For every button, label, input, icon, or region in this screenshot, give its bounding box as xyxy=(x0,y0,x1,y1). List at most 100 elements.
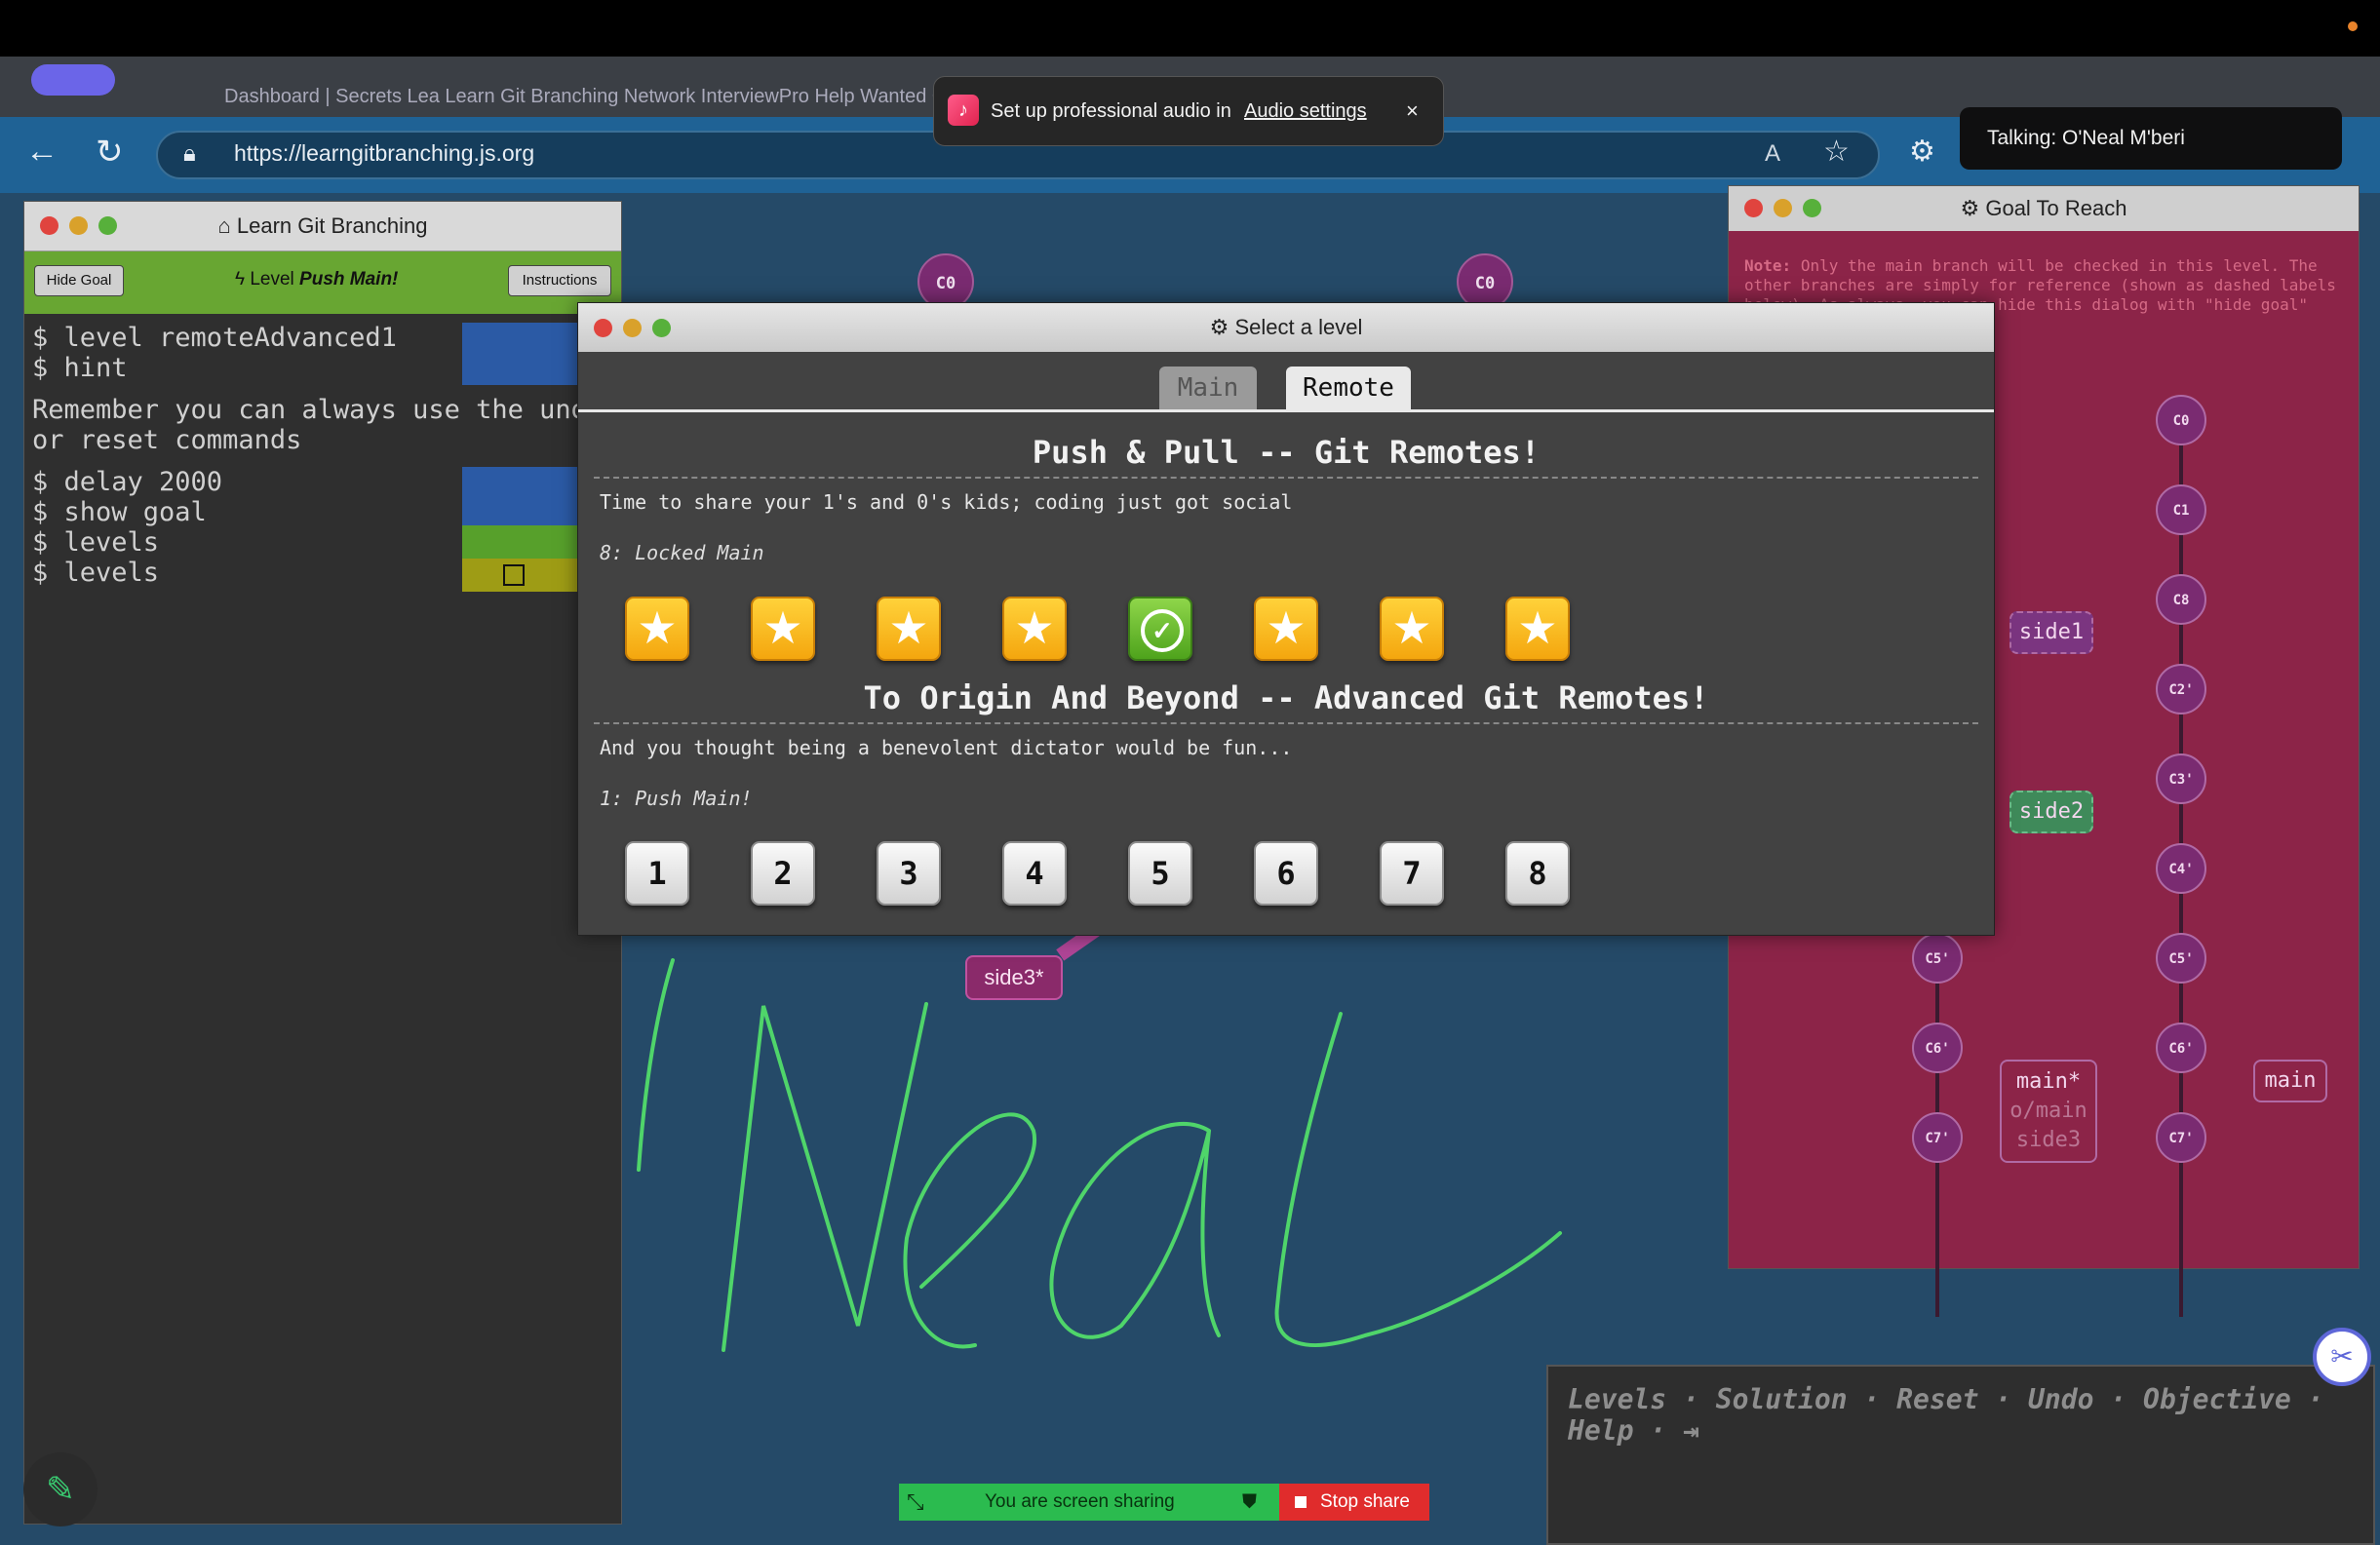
goal-title-bar: ⚙ Goal To Reach xyxy=(1729,186,2359,231)
tab-divider xyxy=(578,409,1994,412)
branch-main-star: main* xyxy=(2015,1069,2082,1094)
selected-level-name: 8: Locked Main xyxy=(600,541,764,564)
screen-share-indicator-icon[interactable] xyxy=(31,64,115,96)
goal-note-label: Note: xyxy=(1744,256,1792,275)
branch-o-main: o/main xyxy=(2009,1099,2087,1123)
branch-label-main[interactable]: main xyxy=(2253,1060,2327,1102)
stop-share-button[interactable]: Stop share xyxy=(1279,1484,1429,1521)
lock-icon[interactable]: 🔒︎ xyxy=(183,140,196,168)
terminal-line: $ level remoteAdvanced1 xyxy=(32,323,397,353)
screen-sharing-banner: ⤡ You are screen sharing ⛊ xyxy=(899,1484,1279,1521)
goal-commit-node[interactable]: C8 xyxy=(2156,574,2206,625)
branch-label-side2[interactable]: side2 xyxy=(2009,791,2093,833)
branch-side3: side3 xyxy=(2015,1128,2082,1152)
command-links-text[interactable]: Levels · Solution · Reset · Undo · Objec… xyxy=(1568,1383,2323,1447)
extensions-icon[interactable]: ⚙ xyxy=(1909,135,1935,169)
level-prefix: Level xyxy=(250,269,294,290)
maximize-window-icon[interactable] xyxy=(652,319,671,337)
goal-commit-node[interactable]: C2' xyxy=(2156,664,2206,715)
terminal-line: $ levels xyxy=(32,558,160,588)
level-2-star-button[interactable]: ★ xyxy=(751,597,815,661)
shield-icon: ⛊ xyxy=(1242,1491,1257,1513)
close-window-icon[interactable] xyxy=(40,216,59,235)
goal-commit-node[interactable]: C3' xyxy=(2156,753,2206,804)
terminal-title-bar: ⌂ Learn Git Branching xyxy=(24,202,621,251)
minimize-window-icon[interactable] xyxy=(69,216,88,235)
branch-label-side1[interactable]: side1 xyxy=(2009,611,2093,654)
level-4-star-button[interactable]: ★ xyxy=(1002,597,1067,661)
level-number-button[interactable]: 4 xyxy=(1002,841,1067,906)
level-number-button[interactable]: 2 xyxy=(751,841,815,906)
command-links[interactable]: Levels · Solution · Reset · Undo · Objec… xyxy=(1568,1384,2367,1447)
goal-commit-node[interactable]: C4' xyxy=(2156,843,2206,894)
talking-indicator: Talking: O'Neal M'beri xyxy=(1960,107,2342,170)
dialog-title-bar: ⚙ Select a level xyxy=(578,303,1994,352)
tab-main[interactable]: Main xyxy=(1159,367,1257,409)
close-window-icon[interactable] xyxy=(594,319,612,337)
level-6-star-button[interactable]: ★ xyxy=(1254,597,1318,661)
home-icon: ⌂ xyxy=(217,213,237,238)
level-number-button[interactable]: 6 xyxy=(1254,841,1318,906)
hide-goal-button[interactable]: Hide Goal xyxy=(34,265,124,296)
current-level-label: ϟ Level Push Main! xyxy=(235,269,398,290)
pin-icon[interactable]: ⤡ xyxy=(907,1484,924,1521)
minimize-window-icon[interactable] xyxy=(1774,199,1792,217)
music-note-icon: ♪ xyxy=(948,95,979,126)
level-7-star-button[interactable]: ★ xyxy=(1380,597,1444,661)
pen-icon[interactable]: ✎ xyxy=(23,1452,98,1526)
level-number-button[interactable]: 3 xyxy=(877,841,941,906)
select-level-dialog: ⚙ Select a level Main Remote Push & Pull… xyxy=(577,302,1995,936)
reload-icon[interactable]: ↻ xyxy=(96,133,124,172)
branch-label-side3[interactable]: side3* xyxy=(965,955,1063,1000)
maximize-window-icon[interactable] xyxy=(98,216,117,235)
terminal-output: $ level remoteAdvanced1 $ hint Remember … xyxy=(32,323,603,588)
goal-commit-node[interactable]: C6' xyxy=(2156,1023,2206,1073)
goal-commit-node[interactable]: C5' xyxy=(2156,933,2206,984)
scissors-icon[interactable]: ✂ xyxy=(2313,1328,2371,1386)
system-menu-bar xyxy=(0,0,2380,57)
section-description: Time to share your 1's and 0's kids; cod… xyxy=(600,490,1293,514)
lightning-icon: ϟ xyxy=(235,269,246,290)
section-title: Push & Pull -- Git Remotes! xyxy=(1032,434,1541,471)
branch-label-stack[interactable]: main* o/main side3 xyxy=(2000,1060,2097,1163)
selected-level-name: 1: Push Main! xyxy=(600,787,753,810)
exit-icon[interactable]: ⇥ xyxy=(1683,1414,1699,1447)
back-icon[interactable]: ← xyxy=(25,133,59,171)
toast-text: Set up professional audio in xyxy=(991,100,1231,122)
level-number-button[interactable]: 1 xyxy=(625,841,689,906)
level-name: Push Main! xyxy=(299,269,399,290)
goal-commit-node[interactable]: C7' xyxy=(1912,1112,1963,1163)
level-3-star-button[interactable]: ★ xyxy=(877,597,941,661)
minimize-window-icon[interactable] xyxy=(623,319,642,337)
read-aloud-icon[interactable]: A xyxy=(1765,140,1780,168)
url-text[interactable]: https://learngitbranching.js.org xyxy=(234,140,534,167)
stop-share-label[interactable]: Stop share xyxy=(1320,1484,1410,1521)
level-number-button[interactable]: 5 xyxy=(1128,841,1192,906)
level-5-check-button[interactable]: ✓ xyxy=(1128,597,1192,661)
favorite-star-icon[interactable]: ☆ xyxy=(1823,135,1850,169)
terminal-line: $ delay 2000 xyxy=(32,467,223,497)
terminal-line: $ show goal xyxy=(32,497,207,527)
terminal-line: $ levels xyxy=(32,527,160,558)
goal-commit-node[interactable]: C1 xyxy=(2156,484,2206,535)
terminal-line: Remember you can always use the undo xyxy=(32,395,604,425)
instructions-button[interactable]: Instructions xyxy=(508,265,611,296)
level-number-button[interactable]: 8 xyxy=(1505,841,1570,906)
tab-remote[interactable]: Remote xyxy=(1286,367,1411,409)
checkmark-icon: ✓ xyxy=(1141,609,1184,652)
section-description: And you thought being a benevolent dicta… xyxy=(600,736,1293,759)
close-window-icon[interactable] xyxy=(1744,199,1763,217)
goal-commit-node[interactable]: C5' xyxy=(1912,933,1963,984)
audio-settings-link[interactable]: Audio settings xyxy=(1244,100,1367,123)
goal-commit-node[interactable]: C7' xyxy=(2156,1112,2206,1163)
level-8-star-button[interactable]: ★ xyxy=(1505,597,1570,661)
goal-title: Goal To Reach xyxy=(1985,196,2127,220)
goal-commit-node[interactable]: C0 xyxy=(2156,395,2206,445)
audio-settings-toast: ♪ Set up professional audio in Audio set… xyxy=(933,76,1444,146)
level-number-button[interactable]: 7 xyxy=(1380,841,1444,906)
level-1-star-button[interactable]: ★ xyxy=(625,597,689,661)
toast-close-button[interactable]: × xyxy=(1406,98,1419,124)
terminal-window: ⌂ Learn Git Branching Hide Goal ϟ Level … xyxy=(23,201,622,1525)
goal-commit-node[interactable]: C6' xyxy=(1912,1023,1963,1073)
maximize-window-icon[interactable] xyxy=(1803,199,1821,217)
